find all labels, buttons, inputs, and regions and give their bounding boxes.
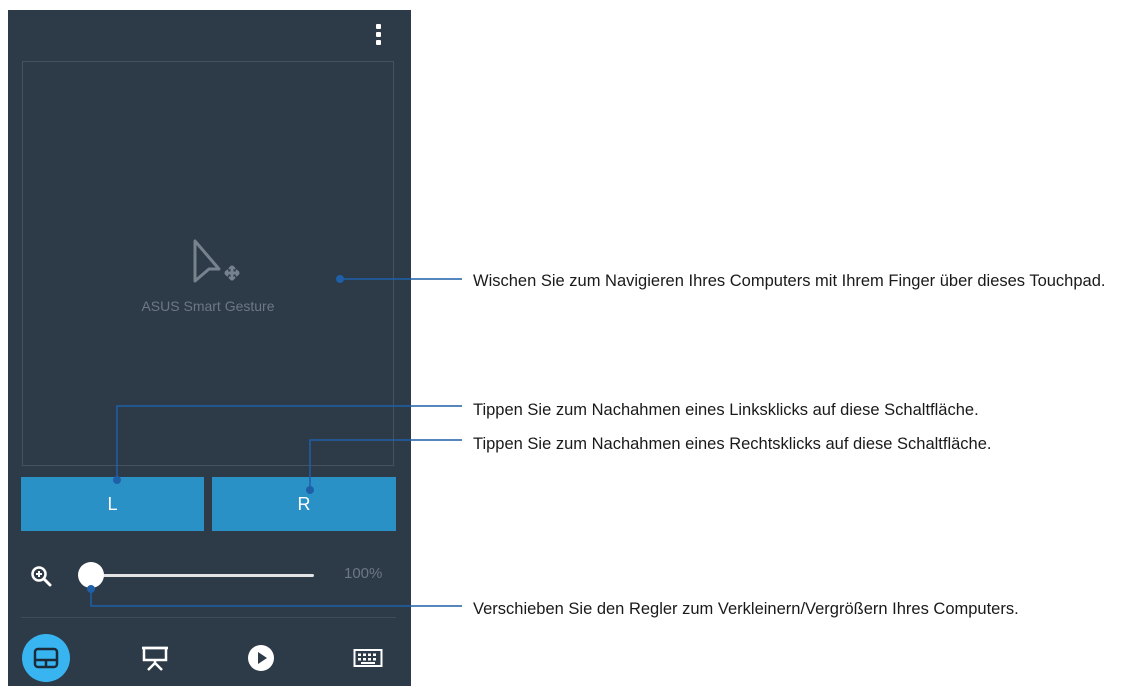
zoom-value: 100% bbox=[344, 565, 383, 582]
zoom-slider-thumb[interactable] bbox=[78, 562, 104, 588]
more-options-icon[interactable] bbox=[370, 22, 386, 48]
left-click-button[interactable]: L bbox=[21, 477, 204, 531]
zoom-in-icon bbox=[31, 566, 52, 587]
touchpad-area[interactable]: ASUS Smart Gesture bbox=[22, 61, 394, 466]
play-icon bbox=[248, 645, 274, 671]
tab-presentation[interactable] bbox=[131, 634, 179, 682]
divider bbox=[21, 617, 396, 618]
touchpad-icon bbox=[33, 647, 59, 669]
tab-media[interactable] bbox=[237, 634, 285, 682]
tab-touchpad[interactable] bbox=[22, 634, 70, 682]
callout-right-click: Tippen Sie zum Nachahmen eines Rechtskli… bbox=[473, 435, 992, 453]
zoom-slider-track[interactable] bbox=[90, 574, 314, 577]
right-click-button[interactable]: R bbox=[212, 477, 396, 531]
gesture-cursor-icon bbox=[193, 239, 240, 283]
presentation-icon bbox=[142, 646, 168, 671]
callout-left-click: Tippen Sie zum Nachahmen eines Linksklic… bbox=[473, 401, 979, 419]
keyboard-icon bbox=[353, 649, 383, 667]
callout-touchpad: Wischen Sie zum Navigieren Ihres Compute… bbox=[473, 272, 1106, 290]
touchpad-label: ASUS Smart Gesture bbox=[141, 298, 275, 314]
tab-keyboard[interactable] bbox=[344, 634, 392, 682]
callout-zoom-slider: Verschieben Sie den Regler zum Verkleine… bbox=[473, 600, 1019, 618]
phone-screen: ASUS Smart Gesture L R 100% bbox=[8, 10, 411, 686]
